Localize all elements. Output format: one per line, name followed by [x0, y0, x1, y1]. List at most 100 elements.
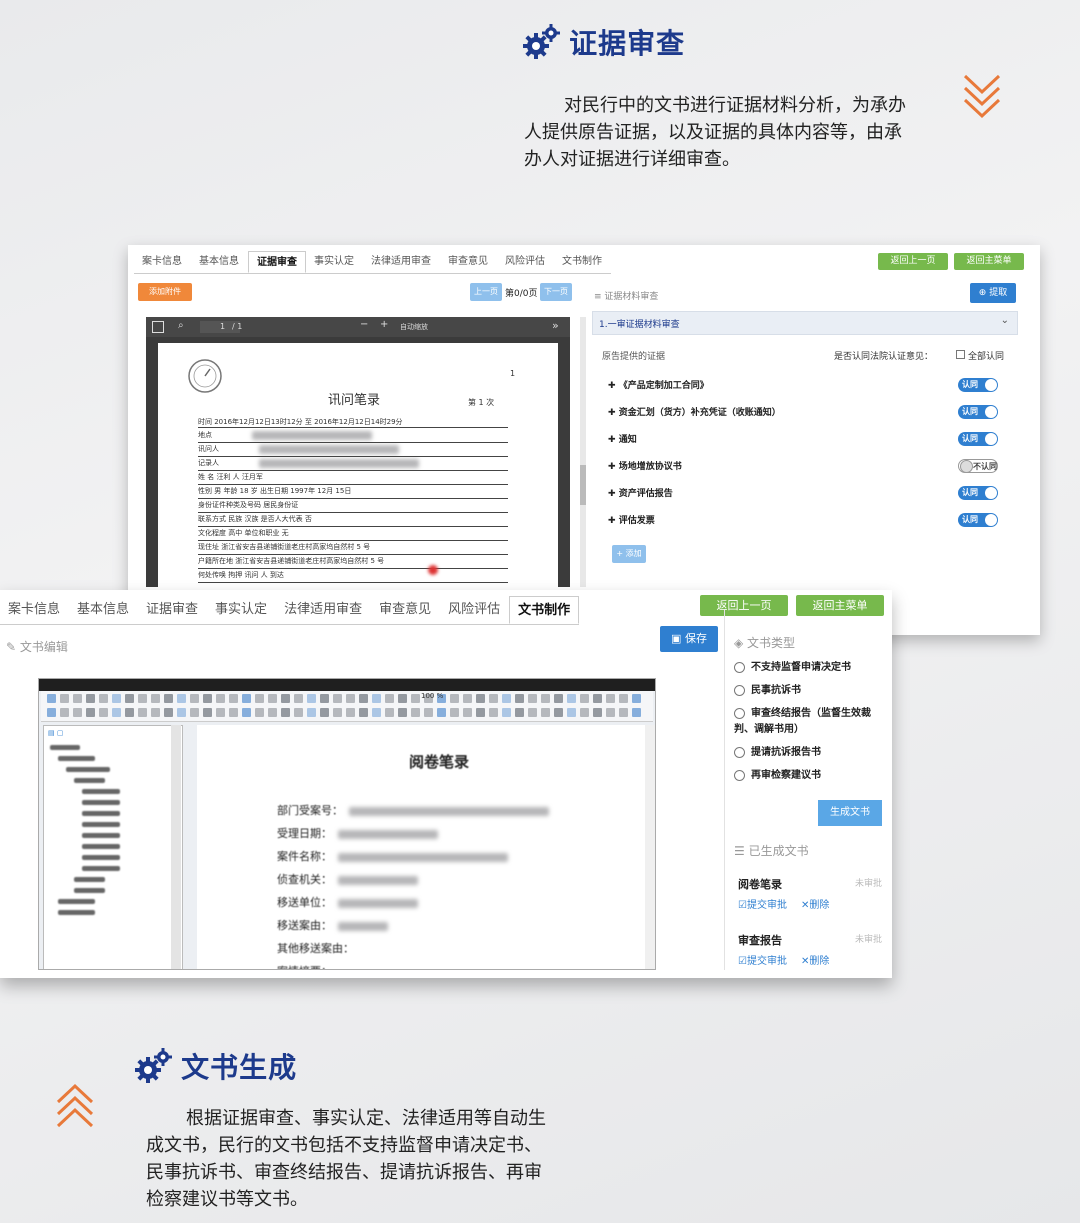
tree-node[interactable]	[50, 753, 120, 764]
toolbar-button[interactable]	[619, 694, 628, 703]
tab-screen1-1[interactable]: 基本信息	[191, 251, 248, 273]
toolbar-button[interactable]	[632, 694, 641, 703]
toolbar-button[interactable]	[606, 694, 615, 703]
agree-toggle[interactable]: 认同	[958, 404, 998, 419]
tree-node[interactable]	[50, 764, 120, 775]
toolbar-button[interactable]	[138, 708, 147, 717]
toolbar-button[interactable]	[203, 708, 212, 717]
add-evidence-button[interactable]: + 添加	[612, 545, 646, 563]
editor-page[interactable]: 阅卷笔录 部门受案号： 受理日期： 案件名称： 侦查机关： 移送单位： 移送案由： 其他移送…	[197, 725, 645, 969]
toolbar-button[interactable]	[502, 694, 511, 703]
zoom-in-icon[interactable]: +	[380, 319, 388, 330]
extract-button[interactable]: ⊕ 提取	[970, 283, 1016, 303]
tab-screen2-7[interactable]: 文书制作	[509, 596, 580, 624]
toolbar-button[interactable]	[346, 694, 355, 703]
tree-node[interactable]	[50, 808, 120, 819]
toolbar-button[interactable]	[307, 708, 316, 717]
doc-type-radio[interactable]: 审查终结报告（监督生效裁判、调解书用）	[734, 706, 884, 738]
evidence-item[interactable]: ✚ 场地增放协议书 不认同	[608, 452, 998, 479]
toolbar-button[interactable]	[580, 708, 589, 717]
generate-doc-button[interactable]: 生成文书	[818, 800, 882, 826]
toolbar-button[interactable]	[138, 694, 147, 703]
agree-toggle[interactable]: 认同	[958, 512, 998, 527]
tab-screen1-3[interactable]: 事实认定	[306, 251, 363, 273]
toolbar-button[interactable]	[203, 694, 212, 703]
doc-type-radio[interactable]: 提请抗诉报告书	[734, 745, 884, 761]
tab-screen1-6[interactable]: 风险评估	[497, 251, 554, 273]
back-main-menu-button[interactable]: 返回主菜单	[954, 253, 1024, 270]
zoom-out-icon[interactable]: −	[360, 319, 368, 330]
toolbar-button[interactable]	[528, 694, 537, 703]
sidebar-toggle-icon[interactable]	[152, 321, 164, 333]
tab-screen2-4[interactable]: 法律适用审查	[276, 596, 371, 624]
submit-approval-link[interactable]: ☑提交审批	[738, 900, 787, 911]
agree-toggle[interactable]: 认同	[958, 377, 998, 392]
tree-node[interactable]	[50, 786, 120, 797]
toolbar-button[interactable]	[281, 694, 290, 703]
delete-link[interactable]: ✕删除	[801, 956, 829, 967]
toolbar-button[interactable]	[216, 708, 225, 717]
toolbar-button[interactable]	[567, 708, 576, 717]
toolbar-button[interactable]	[567, 694, 576, 703]
toolbar-button[interactable]	[515, 708, 524, 717]
tab-screen1-2[interactable]: 证据审查	[248, 251, 306, 273]
toolbar-button[interactable]	[125, 708, 134, 717]
search-icon[interactable]: ⌕	[178, 320, 184, 331]
toolbar-button[interactable]	[294, 708, 303, 717]
toolbar-button[interactable]	[411, 694, 420, 703]
tree-node[interactable]	[50, 874, 120, 885]
toolbar-button[interactable]	[593, 694, 602, 703]
tree-node[interactable]	[50, 797, 120, 808]
toolbar-button[interactable]	[372, 708, 381, 717]
zoom-level[interactable]: 100 %	[421, 692, 443, 700]
toolbar-button[interactable]	[437, 708, 446, 717]
pdf-scrollbar[interactable]	[580, 465, 586, 505]
toolbar-button[interactable]	[242, 694, 251, 703]
toolbar-button[interactable]	[489, 708, 498, 717]
pdf-page-number[interactable]: 1	[220, 322, 225, 331]
toolbar-button[interactable]	[606, 708, 615, 717]
toolbar-button[interactable]	[255, 708, 264, 717]
toolbar-button[interactable]	[151, 708, 160, 717]
tab-screen2-2[interactable]: 证据审查	[138, 596, 207, 624]
back-main-menu-button-2[interactable]: 返回主菜单	[796, 595, 884, 616]
tab-screen1-5[interactable]: 审查意见	[440, 251, 497, 273]
back-prev-button-2[interactable]: 返回上一页	[700, 595, 788, 616]
all-agree-checkbox[interactable]: 全部认同	[956, 349, 1004, 362]
tree-node[interactable]	[50, 742, 120, 753]
toolbar-button[interactable]	[359, 708, 368, 717]
tree-node[interactable]	[50, 819, 120, 830]
evidence-item[interactable]: ✚ 评估发票 认同	[608, 506, 998, 533]
agree-toggle[interactable]: 认同	[958, 485, 998, 500]
prev-page-button[interactable]: 上一页	[470, 283, 502, 301]
toolbar-button[interactable]	[528, 708, 537, 717]
toolbar-button[interactable]	[515, 694, 524, 703]
toolbar-button[interactable]	[554, 708, 563, 717]
toolbar-button[interactable]	[294, 694, 303, 703]
toolbar-button[interactable]	[385, 708, 394, 717]
toolbar-button[interactable]	[112, 694, 121, 703]
doc-type-radio[interactable]: 不支持监督申请决定书	[734, 660, 884, 676]
toolbar-button[interactable]	[359, 694, 368, 703]
toolbar-button[interactable]	[47, 694, 56, 703]
toolbar-button[interactable]	[268, 694, 277, 703]
toolbar-button[interactable]	[593, 708, 602, 717]
toolbar-button[interactable]	[242, 708, 251, 717]
toolbar-button[interactable]	[346, 708, 355, 717]
submit-approval-link[interactable]: ☑提交审批	[738, 956, 787, 967]
toolbar-button[interactable]	[281, 708, 290, 717]
toolbar-button[interactable]	[463, 708, 472, 717]
toolbar-button[interactable]	[125, 694, 134, 703]
toolbar-button[interactable]	[255, 694, 264, 703]
toolbar-button[interactable]	[190, 694, 199, 703]
evidence-item[interactable]: ✚ 《产品定制加工合同》 认同	[608, 371, 998, 398]
toolbar-button[interactable]	[398, 694, 407, 703]
tab-screen2-0[interactable]: 案卡信息	[0, 596, 69, 624]
toolbar-button[interactable]	[47, 708, 56, 717]
tree-node[interactable]	[50, 830, 120, 841]
toolbar-button[interactable]	[73, 708, 82, 717]
toolbar-button[interactable]	[164, 708, 173, 717]
toolbar-button[interactable]	[320, 708, 329, 717]
toolbar-button[interactable]	[450, 708, 459, 717]
toolbar-button[interactable]	[385, 694, 394, 703]
